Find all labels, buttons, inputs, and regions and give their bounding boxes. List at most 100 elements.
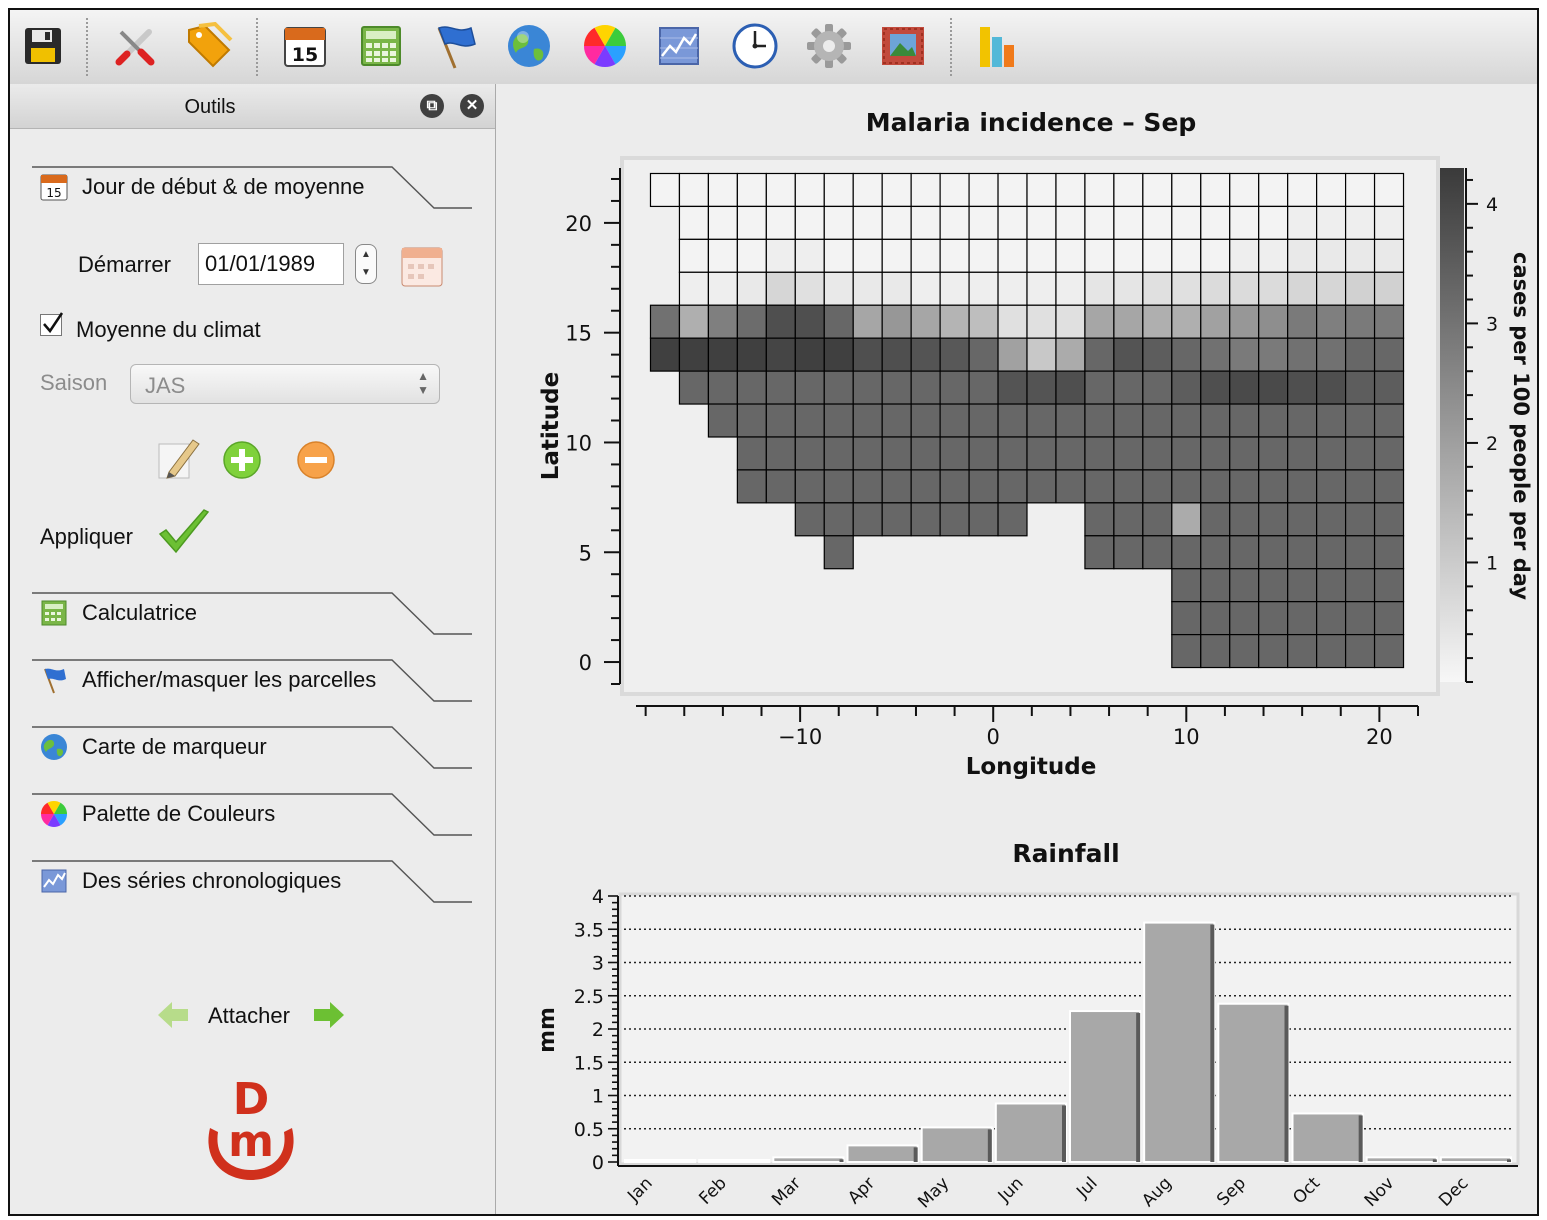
season-label: Saison xyxy=(40,370,108,395)
tab-start-day[interactable]: 15 Jour de début & de moyenne xyxy=(32,166,472,210)
globe-icon[interactable] xyxy=(502,20,556,72)
detach-icon[interactable]: ⧉ xyxy=(420,94,444,118)
heatmap-cell xyxy=(1171,403,1202,438)
tools-icon[interactable] xyxy=(108,20,162,72)
colorbar-tick-label: 2 xyxy=(1486,433,1498,455)
calendar-icon[interactable]: 15 xyxy=(278,20,332,72)
heatmap-cell xyxy=(1084,502,1115,537)
flag-icon[interactable] xyxy=(428,20,482,72)
arrow-right-icon[interactable] xyxy=(312,1000,346,1030)
rainfall-bar[interactable] xyxy=(1439,1156,1512,1164)
color-wheel-small-icon xyxy=(40,800,68,828)
date-stepper[interactable]: ▲ ▼ xyxy=(355,244,377,284)
color-wheel-icon[interactable] xyxy=(578,20,632,72)
tab-plots[interactable]: Afficher/masquer les parcelles xyxy=(32,659,472,703)
heatmap-cell xyxy=(1084,469,1115,504)
heatmap-cell xyxy=(852,337,883,372)
heatmap-cell xyxy=(1287,568,1318,603)
tab-calculator[interactable]: Calculatrice xyxy=(32,592,472,636)
heatmap-cell xyxy=(1373,535,1405,570)
heatmap-cell xyxy=(1316,469,1347,504)
close-icon[interactable]: ✕ xyxy=(460,94,484,118)
climate-mean-checkbox[interactable] xyxy=(40,312,64,336)
stepper-down-icon[interactable]: ▼ xyxy=(356,267,376,278)
rainfall-bar[interactable] xyxy=(920,1126,993,1164)
rainfall-bar[interactable] xyxy=(1069,1010,1142,1163)
rainfall-bar[interactable] xyxy=(1143,921,1216,1163)
heatmap-cell xyxy=(852,370,883,405)
malaria-heatmap-chart[interactable]: Malaria incidence – Sep −10 0 10 20 0 5 10 15 20… xyxy=(496,84,1539,794)
heatmap-cell xyxy=(1171,502,1202,537)
heatmap-cell xyxy=(1026,337,1057,372)
heatmap-cell xyxy=(910,271,941,306)
heatmap-cell xyxy=(910,403,941,438)
heatmap-cell xyxy=(1373,370,1405,405)
calculator-icon[interactable] xyxy=(354,20,408,72)
date-picker-icon[interactable] xyxy=(398,244,446,288)
heatmap-cell xyxy=(1171,271,1202,306)
rainfall-x-tick-label: Mar xyxy=(768,1173,805,1210)
add-icon[interactable] xyxy=(222,440,262,480)
gear-icon[interactable] xyxy=(802,20,856,72)
clock-icon[interactable] xyxy=(728,20,782,72)
heatmap-cell xyxy=(1229,271,1260,306)
heatmap-cell xyxy=(736,238,767,273)
heatmap-cell xyxy=(1084,436,1115,471)
panel-header: Outils ⧉ ✕ xyxy=(10,84,495,129)
tab-plots-label: Afficher/masquer les parcelles xyxy=(82,667,377,692)
heatmap-cell xyxy=(1113,370,1144,405)
heatmap-cell xyxy=(1316,304,1347,339)
heatmap-cell xyxy=(881,403,912,438)
heatmap-cell xyxy=(765,370,796,405)
rainfall-bar[interactable] xyxy=(1291,1112,1364,1163)
arrow-left-icon[interactable] xyxy=(156,1000,190,1030)
application-window: 15 Outils ⧉ ✕ 15 Jour de début & de moye… xyxy=(8,8,1539,1216)
rainfall-bar[interactable] xyxy=(698,1159,771,1163)
heatmap-cell xyxy=(1229,205,1260,240)
heatmap-cell xyxy=(1026,370,1057,405)
heatmap-cell xyxy=(1316,601,1347,636)
rainfall-x-tick-label: Sep xyxy=(1213,1173,1250,1210)
rainfall-bar[interactable] xyxy=(1365,1156,1438,1164)
heatmap-cell xyxy=(1200,633,1231,669)
apply-check-icon[interactable] xyxy=(158,508,210,558)
tab-marker-map[interactable]: Carte de marqueur xyxy=(32,726,472,770)
heatmap-cell xyxy=(794,271,825,306)
tab-time-series[interactable]: Des séries chronologiques xyxy=(32,860,472,904)
tag-icon[interactable] xyxy=(182,20,236,72)
heatmap-cell xyxy=(794,238,825,273)
season-select[interactable]: JAS ▲ ▼ xyxy=(130,364,440,404)
heatmap-cell xyxy=(1171,436,1202,471)
heatmap-cell xyxy=(1316,535,1347,570)
rainfall-bar[interactable] xyxy=(1217,1002,1290,1163)
heatmap-cell xyxy=(1200,601,1231,636)
heatmap-cell xyxy=(794,304,825,339)
heatmap-cell xyxy=(939,337,970,372)
start-date-input[interactable] xyxy=(198,243,344,285)
heatmap-cell xyxy=(852,238,883,273)
heatmap-cell xyxy=(1084,304,1115,339)
heatmap-cell xyxy=(823,370,854,405)
heatmap-cell xyxy=(910,205,941,240)
rainfall-bar[interactable] xyxy=(624,1159,697,1163)
save-icon[interactable] xyxy=(16,20,70,72)
stepper-up-icon[interactable]: ▲ xyxy=(356,249,376,260)
edit-pencil-icon[interactable] xyxy=(155,434,201,482)
rainfall-bar[interactable] xyxy=(994,1102,1068,1164)
timeseries-icon[interactable] xyxy=(652,20,706,72)
rainfall-bar[interactable] xyxy=(846,1144,919,1163)
bar-chart-icon[interactable] xyxy=(972,20,1026,72)
rainfall-bar-chart[interactable]: Rainfall 0 0.5 1 1.5 2 2.5 3 3.5 4 Jan Feb Mar Apr Ma… xyxy=(496,808,1539,1216)
remove-icon[interactable] xyxy=(296,440,336,480)
heatmap-cell xyxy=(765,403,796,438)
heatmap-cell xyxy=(939,304,970,339)
heatmap-cell xyxy=(1287,337,1318,372)
heatmap-cell xyxy=(1200,568,1231,603)
tab-color-palette[interactable]: Palette de Couleurs xyxy=(32,793,472,837)
heatmap-cell xyxy=(881,436,912,471)
heatmap-cell xyxy=(678,370,710,405)
heatmap-cell xyxy=(736,304,767,339)
rainfall-bar[interactable] xyxy=(772,1156,845,1164)
heatmap-cell xyxy=(649,337,681,372)
image-icon[interactable] xyxy=(876,20,930,72)
